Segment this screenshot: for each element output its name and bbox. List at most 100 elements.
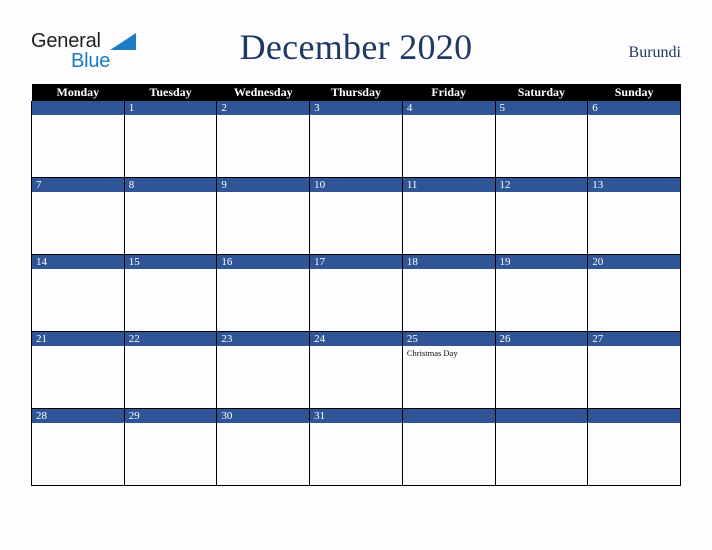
day-number: 14 [32,255,124,269]
calendar-day-cell[interactable]: 28 [31,408,125,486]
calendar-day-cell[interactable]: 3 [309,101,403,178]
calendar-day-cell[interactable]: 5 [494,101,589,178]
calendar-day-cell[interactable]: 9 [216,177,311,255]
day-number: 27 [588,332,680,346]
day-cell-inner: 13 [588,178,680,254]
calendar-day-cell[interactable]: 10 [309,177,403,255]
day-number [402,409,495,423]
day-number: 11 [402,178,495,192]
calendar-day-cell[interactable]: 1 [123,101,218,178]
calendar-day-cell[interactable]: 31 [309,408,403,486]
calendar-day-cell[interactable]: 13 [587,177,681,255]
day-cell-inner: 9 [217,178,310,254]
calendar-day-cell[interactable]: 12 [494,177,589,255]
calendar-table: Monday Tuesday Wednesday Thursday Friday Satu… [31,84,681,486]
page-header: General Blue December 2020 Burundi [0,0,712,84]
calendar-week-row: 123456 [31,101,681,178]
day-number: 3 [310,101,402,115]
day-cell-inner: 28 [32,409,124,485]
calendar-day-cell[interactable]: 29 [123,408,218,486]
calendar-day-cell[interactable]: 6 [587,101,681,178]
day-cell-inner: 29 [124,409,217,485]
day-cell-inner: 1 [124,101,217,177]
day-number: 5 [495,101,588,115]
weekday-header-thursday: Thursday [309,84,403,101]
calendar-day-cell[interactable]: 25 Christmas Day [401,331,496,409]
day-number: 23 [217,332,310,346]
calendar-day-cell[interactable]: 7 [31,177,125,255]
day-cell-inner: 21 [32,332,124,408]
day-cell-inner: 10 [310,178,402,254]
day-number: 28 [32,409,124,423]
day-number [588,409,680,423]
calendar-day-cell[interactable]: 11 [401,177,496,255]
calendar-day-cell[interactable]: 20 [587,254,681,332]
day-number: 1 [124,101,217,115]
calendar-week-row: 14 15 16 17 18 19 20 [31,254,681,332]
calendar-day-cell[interactable]: 19 [494,254,589,332]
day-number: 10 [310,178,402,192]
calendar-day-cell[interactable]: 2 [216,101,311,178]
day-number: 17 [310,255,402,269]
weekday-header-friday: Friday [402,84,496,101]
calendar-day-cell[interactable]: 22 [123,331,218,409]
day-number: 22 [124,332,217,346]
day-number: 24 [310,332,402,346]
day-events: Christmas Day [403,346,495,359]
day-number: 18 [402,255,495,269]
calendar-day-cell[interactable]: 4 [401,101,496,178]
calendar-day-cell[interactable]: 15 [123,254,218,332]
calendar-day-cell[interactable]: 8 [123,177,218,255]
day-cell-inner: 3 [310,101,402,177]
calendar-header-row: Monday Tuesday Wednesday Thursday Friday Satu… [31,84,681,101]
weekday-header-monday: Monday [31,84,125,101]
day-number: 13 [588,178,680,192]
day-cell-inner: 24 [310,332,402,408]
day-number: 19 [495,255,588,269]
calendar-week-row: 21 22 23 24 25 Christmas Day 26 27 [31,331,681,409]
day-number: 4 [402,101,495,115]
weekday-header-saturday: Saturday [495,84,588,101]
day-cell-inner: 26 [495,332,588,408]
day-number [32,101,124,115]
calendar-empty-cell[interactable] [494,408,589,486]
day-cell-inner: 17 [310,255,402,331]
country-label: Burundi [628,44,681,61]
day-cell-inner: 2 [217,101,310,177]
day-number: 21 [32,332,124,346]
calendar-day-cell[interactable]: 18 [401,254,496,332]
calendar-day-cell[interactable]: 26 [494,331,589,409]
calendar-day-cell[interactable]: 21 [31,331,125,409]
calendar-day-cell[interactable]: 23 [216,331,311,409]
day-number: 2 [217,101,310,115]
day-cell-inner: 19 [495,255,588,331]
day-cell-inner: 12 [495,178,588,254]
day-number: 20 [588,255,680,269]
calendar-day-cell[interactable]: 16 [216,254,311,332]
day-cell-inner: 22 [124,332,217,408]
day-cell-inner: 23 [217,332,310,408]
day-number: 15 [124,255,217,269]
calendar-day-cell[interactable]: 24 [309,331,403,409]
calendar-day-cell[interactable]: 30 [216,408,311,486]
page-title: December 2020 [239,27,473,67]
day-cell-inner: 5 [495,101,588,177]
calendar-empty-cell[interactable] [31,101,125,178]
weekday-header-wednesday: Wednesday [216,84,310,101]
calendar-empty-cell[interactable] [401,408,496,486]
day-cell-inner [495,409,588,485]
day-cell-inner: 25 Christmas Day [402,332,495,408]
calendar-day-cell[interactable]: 14 [31,254,125,332]
day-number: 16 [217,255,310,269]
calendar-day-cell[interactable]: 17 [309,254,403,332]
calendar-day-cell[interactable]: 27 [587,331,681,409]
calendar-empty-cell[interactable] [587,408,681,486]
day-cell-inner: 15 [124,255,217,331]
day-number [495,409,588,423]
day-cell-inner [588,409,680,485]
holiday-label: Christmas Day [406,348,458,358]
weekday-header-tuesday: Tuesday [124,84,217,101]
day-number: 25 [402,332,495,346]
calendar-container: Monday Tuesday Wednesday Thursday Friday Satu… [31,84,681,486]
day-cell-inner: 30 [217,409,310,485]
